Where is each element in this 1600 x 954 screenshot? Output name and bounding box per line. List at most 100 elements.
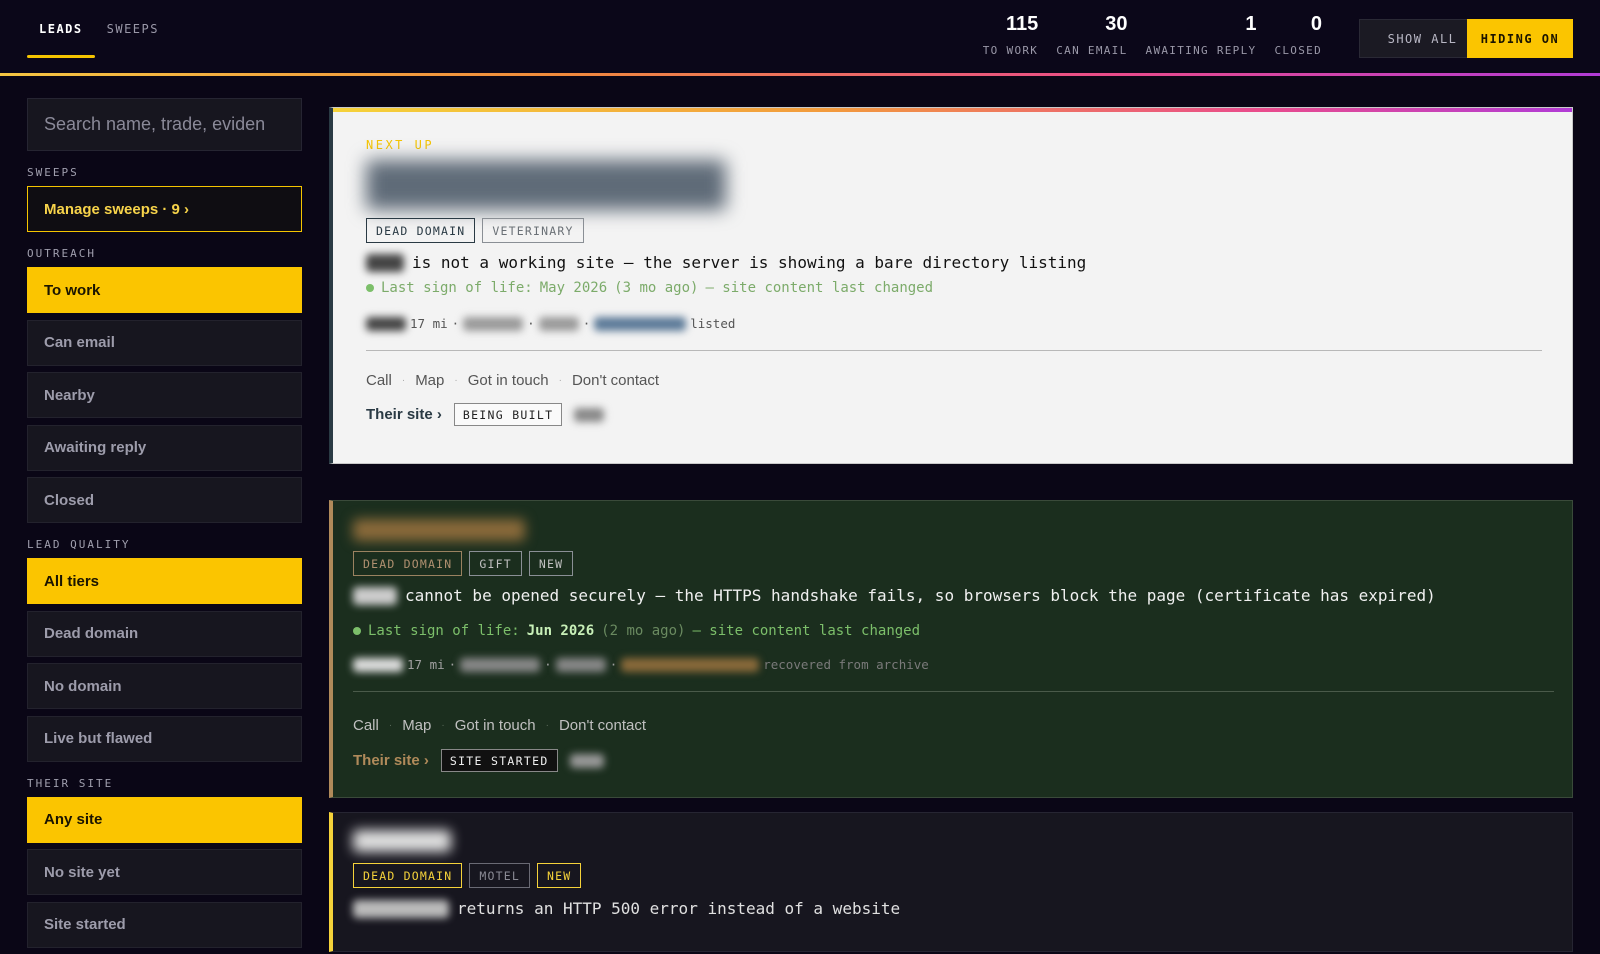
lead-meta: 17 mi · · · recovered from archive (353, 657, 929, 672)
meta-tail: recovered from archive (763, 657, 929, 672)
site-status-badge: BEING BUILT (453, 403, 563, 426)
filter-closed[interactable]: Closed (27, 477, 302, 523)
stat-can-email: 30 CAN EMAIL (1056, 12, 1127, 57)
card-divider (353, 691, 1554, 692)
redacted-meta (460, 657, 541, 672)
next-up-label: NEXT UP (366, 138, 435, 152)
section-heading-sweeps: SWEEPS (27, 166, 79, 179)
meta-separator: · (448, 657, 457, 672)
tab-sweeps[interactable]: SWEEPS (95, 0, 171, 58)
last-sign-of-life: Last sign of life: Jun 2026 (2 mo ago) —… (353, 623, 920, 639)
section-heading-their-site: THEIR SITE (27, 776, 114, 790)
action-separator: · (545, 720, 549, 731)
lead-card[interactable]: DEAD DOMAIN GIFT NEW cannot be opened se… (329, 500, 1573, 798)
redacted-meta (366, 316, 406, 331)
tag-new: NEW (528, 551, 574, 576)
lead-meta: 17 mi · · · listed (366, 316, 735, 331)
tag-category: VETERINARY (482, 218, 584, 243)
stat-label: TO WORK (982, 44, 1039, 57)
stat-label: CAN EMAIL (1056, 44, 1128, 57)
card-divider (366, 350, 1542, 351)
redacted-meta (538, 316, 579, 331)
top-bar: LEADS SWEEPS 115 TO WORK 30 CAN EMAIL 1 … (0, 0, 1600, 76)
stat-label: CLOSED (1274, 44, 1322, 57)
meta-separator: · (582, 316, 591, 331)
redacted-domain (353, 586, 397, 605)
call-action[interactable]: Call (353, 717, 379, 734)
last-sign-of-life: Last sign of life: May 2026 (3 mo ago) —… (366, 280, 933, 296)
filter-to-work[interactable]: To work (27, 267, 302, 313)
stat-value: 1 (1245, 13, 1257, 35)
life-suffix: — site content last changed (705, 280, 934, 296)
status-dot-icon (366, 284, 374, 292)
their-site-link[interactable]: Their site › (353, 752, 429, 769)
meta-separator: · (544, 657, 552, 672)
life-prefix: Last sign of life: (381, 280, 533, 296)
meta-separator: · (609, 657, 618, 672)
manage-sweeps-button[interactable]: Manage sweeps · 9 › (27, 186, 302, 232)
problem-summary: is not a working site — the server is sh… (366, 253, 1086, 272)
stat-to-work: 115 TO WORK (983, 12, 1038, 57)
tag-list: DEAD DOMAIN GIFT NEW (353, 551, 574, 576)
stat-label: AWAITING REPLY (1145, 44, 1257, 57)
filter-live-but-flawed[interactable]: Live but flawed (27, 715, 302, 762)
their-site-row: Their site › SITE STARTED (353, 749, 604, 772)
lead-card-next-up[interactable]: NEXT UP DEAD DOMAIN VETERINARY is not a … (329, 107, 1573, 464)
redacted-meta (621, 657, 760, 672)
life-date: Jun 2026 (526, 623, 595, 639)
distance: 17 mi (407, 657, 445, 672)
search-input[interactable] (27, 98, 302, 151)
redacted-domain (353, 899, 449, 918)
their-site-link[interactable]: Their site › (366, 406, 442, 423)
redacted-meta (463, 316, 524, 331)
tag-category: GIFT (469, 551, 522, 576)
stats-summary: 115 TO WORK 30 CAN EMAIL 1 AWAITING REPL… (983, 12, 1322, 57)
header-gradient-divider (0, 73, 1600, 76)
map-action[interactable]: Map (402, 717, 431, 734)
tag-dead-domain: DEAD DOMAIN (366, 218, 476, 243)
meta-separator: · (451, 316, 460, 331)
redacted-site-info (574, 407, 605, 422)
stat-closed: 0 CLOSED (1274, 12, 1322, 57)
tag-new: NEW (537, 863, 582, 888)
tab-leads[interactable]: LEADS (27, 0, 95, 58)
status-dot-icon (353, 627, 361, 635)
life-ago: (3 mo ago) (614, 280, 699, 296)
redacted-meta (555, 657, 606, 672)
their-site-row: Their site › BEING BUILT (366, 403, 605, 426)
filter-no-domain[interactable]: No domain (27, 663, 302, 709)
redacted-meta (353, 657, 403, 672)
problem-text: returns an HTTP 500 error instead of a w… (457, 899, 901, 918)
section-heading-lead-quality: LEAD QUALITY (27, 538, 131, 551)
map-action[interactable]: Map (415, 372, 444, 389)
filter-awaiting-reply[interactable]: Awaiting reply (27, 424, 302, 471)
filter-all-tiers[interactable]: All tiers (27, 558, 302, 604)
section-heading-outreach: OUTREACH (27, 247, 96, 260)
redacted-business-name (353, 830, 451, 852)
filter-dead-domain[interactable]: Dead domain (27, 610, 302, 657)
got-in-touch-action[interactable]: Got in touch (455, 717, 536, 734)
card-gradient-bar (333, 108, 1572, 112)
call-action[interactable]: Call (366, 372, 392, 389)
dont-contact-action[interactable]: Don't contact (559, 717, 646, 734)
lead-actions: Call · Map · Got in touch · Don't contac… (353, 717, 646, 734)
stat-awaiting-reply: 1 AWAITING REPLY (1146, 12, 1257, 57)
meta-separator: · (527, 316, 535, 331)
tag-dead-domain: DEAD DOMAIN (353, 863, 463, 888)
problem-summary: cannot be opened securely — the HTTPS ha… (353, 586, 1436, 605)
filter-site-started[interactable]: Site started (27, 901, 302, 948)
life-ago: (2 mo ago) (601, 623, 686, 639)
filter-nearby[interactable]: Nearby (27, 372, 302, 418)
filter-no-site-yet[interactable]: No site yet (27, 849, 302, 895)
lead-card[interactable]: DEAD DOMAIN MOTEL NEW returns an HTTP 50… (329, 812, 1573, 952)
got-in-touch-action[interactable]: Got in touch (468, 372, 549, 389)
filter-any-site[interactable]: Any site (27, 796, 302, 843)
filter-can-email[interactable]: Can email (27, 319, 302, 366)
main-tabs: LEADS SWEEPS (27, 0, 171, 76)
hiding-on-button[interactable]: HIDING ON (1467, 19, 1573, 58)
problem-text: is not a working site — the server is sh… (412, 253, 1087, 272)
dont-contact-action[interactable]: Don't contact (572, 372, 659, 389)
action-separator: · (388, 720, 393, 731)
sidebar: SWEEPS Manage sweeps · 9 › OUTREACH To w… (27, 98, 302, 954)
problem-summary: returns an HTTP 500 error instead of a w… (353, 899, 900, 918)
